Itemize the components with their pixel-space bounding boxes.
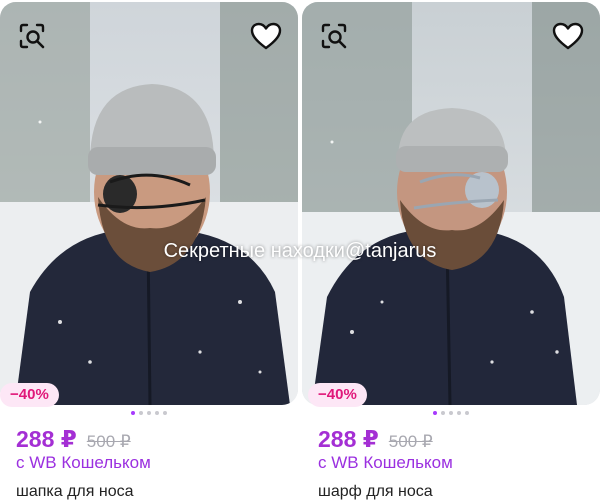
pagination-dot: [465, 411, 469, 415]
photo-snowy-man-nose-scarf: [302, 2, 600, 405]
discount-badge: −40%: [308, 383, 367, 407]
wallet-note: с WB Кошельком: [16, 453, 151, 472]
product-grid: −40% 288 ₽ 500 ₽ с WB Кошельком шапка дл…: [0, 0, 600, 502]
pagination-dot: [139, 411, 143, 415]
old-price: 500 ₽: [388, 432, 433, 451]
pagination-dot: [147, 411, 151, 415]
price-row: 288 ₽ 500 ₽: [318, 426, 433, 453]
heart-outline-icon[interactable]: [550, 18, 586, 54]
photo-snowy-man-nose-warmer: [0, 2, 298, 405]
discount-badge: −40%: [0, 383, 59, 407]
photo-pagination: [302, 411, 600, 415]
image-search-icon[interactable]: [14, 18, 50, 54]
pagination-dot: [449, 411, 453, 415]
image-search-icon[interactable]: [316, 18, 352, 54]
current-price: 288 ₽: [16, 426, 77, 452]
pagination-dot: [155, 411, 159, 415]
pagination-dot: [457, 411, 461, 415]
product-photo[interactable]: [302, 2, 600, 405]
product-photo[interactable]: [0, 2, 298, 405]
product-name[interactable]: шапка для носа: [16, 483, 134, 501]
heart-outline-icon[interactable]: [248, 18, 284, 54]
photo-pagination: [0, 411, 298, 415]
pagination-dot: [163, 411, 167, 415]
product-name[interactable]: шарф для носа: [318, 483, 433, 501]
pagination-dot: [433, 411, 437, 415]
pagination-dot: [441, 411, 445, 415]
watermark-text: Секретные находки@tanjarus: [163, 240, 437, 262]
price-row: 288 ₽ 500 ₽: [16, 426, 131, 453]
wallet-note: с WB Кошельком: [318, 453, 453, 472]
pagination-dot: [131, 411, 135, 415]
old-price: 500 ₽: [86, 432, 131, 451]
current-price: 288 ₽: [318, 426, 379, 452]
